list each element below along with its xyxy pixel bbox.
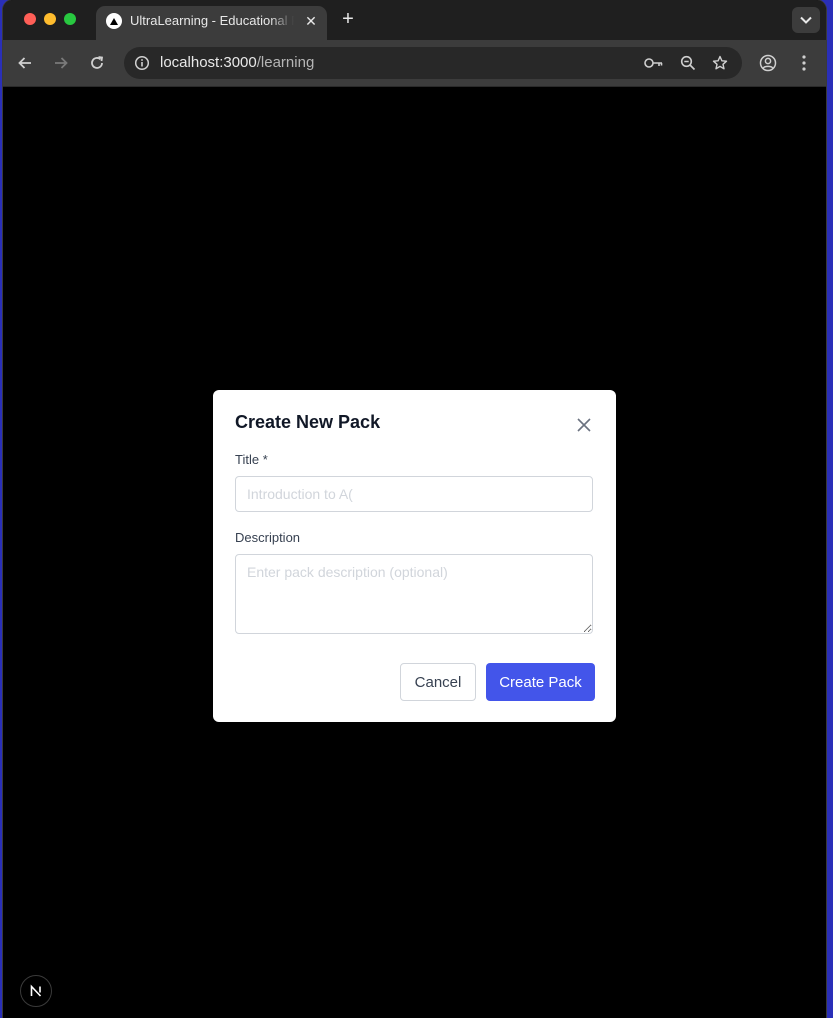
close-window-button[interactable] bbox=[24, 13, 36, 25]
maximize-window-button[interactable] bbox=[64, 13, 76, 25]
url-text: localhost:3000/learning bbox=[160, 54, 314, 71]
browser-tab-active[interactable]: UltraLearning - Educational Platform ✕ bbox=[96, 6, 327, 40]
address-bar[interactable]: localhost:3000/learning bbox=[124, 47, 742, 79]
tab-strip: UltraLearning - Educational Platform ✕ + bbox=[3, 0, 826, 40]
reload-icon[interactable] bbox=[85, 51, 109, 75]
triangle-logo-icon bbox=[106, 13, 122, 29]
browser-window: UltraLearning - Educational Platform ✕ +… bbox=[3, 0, 826, 1018]
bookmark-star-icon[interactable] bbox=[710, 53, 730, 73]
zoom-icon[interactable] bbox=[678, 53, 698, 73]
create-pack-dialog: Create New Pack Title * Description Canc… bbox=[213, 390, 616, 722]
tab-search-chevron-icon[interactable] bbox=[792, 7, 820, 33]
minimize-window-button[interactable] bbox=[44, 13, 56, 25]
profile-icon[interactable] bbox=[756, 51, 780, 75]
next-dev-badge[interactable] bbox=[20, 975, 52, 1007]
page-viewport: Create New Pack Title * Description Canc… bbox=[3, 87, 826, 1018]
url-host: localhost:3000 bbox=[160, 54, 257, 71]
back-arrow-icon[interactable] bbox=[13, 51, 37, 75]
title-input[interactable] bbox=[235, 476, 593, 512]
url-path: /learning bbox=[256, 54, 315, 71]
close-icon[interactable]: ✕ bbox=[301, 11, 321, 31]
cancel-button[interactable]: Cancel bbox=[400, 663, 476, 701]
dialog-title: Create New Pack bbox=[235, 412, 381, 432]
tab-title: UltraLearning - Educational Platform bbox=[130, 13, 294, 28]
more-menu-icon[interactable] bbox=[792, 51, 816, 75]
new-tab-button[interactable]: + bbox=[336, 8, 360, 32]
nextjs-logo-icon bbox=[30, 984, 42, 997]
password-key-icon[interactable] bbox=[644, 53, 664, 73]
site-info-icon[interactable] bbox=[132, 53, 152, 73]
title-label: Title * bbox=[235, 452, 268, 467]
create-pack-button[interactable]: Create Pack bbox=[486, 663, 595, 701]
close-icon[interactable] bbox=[573, 414, 595, 436]
browser-toolbar: localhost:3000/learning bbox=[3, 40, 826, 87]
forward-arrow-icon[interactable] bbox=[49, 51, 73, 75]
description-label: Description bbox=[235, 530, 301, 545]
description-textarea[interactable] bbox=[235, 554, 593, 634]
